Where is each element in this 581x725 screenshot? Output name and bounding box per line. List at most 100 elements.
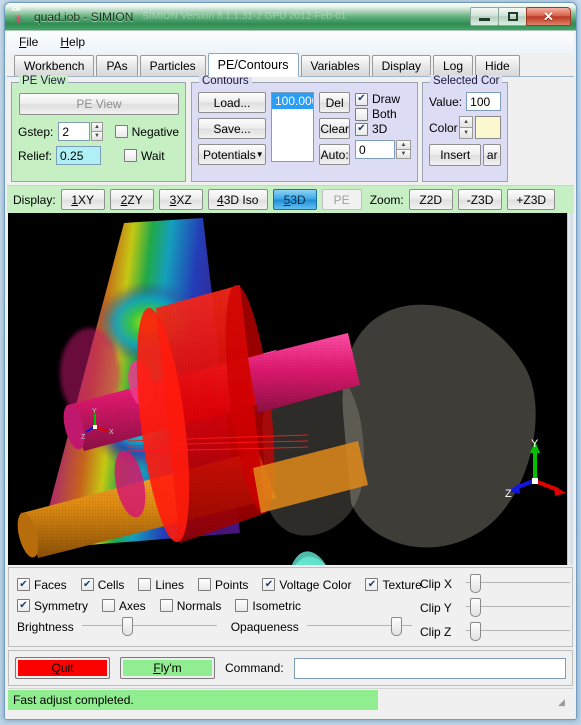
isometric-checkbox-box[interactable] (235, 599, 249, 612)
zoom-button-z2d[interactable]: Z2D (408, 189, 453, 210)
clip-y-thumb[interactable] (469, 598, 481, 617)
chevron-down-icon: ▼ (255, 150, 264, 159)
zoom-label: Zoom: (369, 192, 404, 207)
color-up-icon[interactable]: ▲ (458, 116, 474, 127)
zoom-button-minus-z3d[interactable]: -Z3D (457, 189, 503, 210)
view-button-3d[interactable]: 5 3D (272, 189, 317, 210)
contours-potentials-dropdown[interactable]: Potentials ▼ (198, 144, 266, 165)
zoom-button-plus-z3d[interactable]: +Z3D (507, 189, 556, 210)
auto-up-icon[interactable]: ▲ (396, 140, 411, 149)
faces-checkbox-box[interactable]: ✔ (17, 578, 30, 591)
texture-checkbox-box[interactable]: ✔ (365, 578, 379, 591)
pe-view-button[interactable]: PE View (19, 93, 179, 115)
cells-checkbox[interactable]: ✔ Cells (80, 578, 124, 592)
viewport-scrollbar[interactable] (567, 213, 573, 565)
clear-button-clipped[interactable]: ar (483, 144, 501, 166)
contours-load-button[interactable]: Load... (198, 92, 266, 113)
tab-display[interactable]: Display (371, 55, 431, 76)
both-checkbox-box[interactable] (355, 107, 368, 121)
draw-checkbox[interactable]: ✔ Draw (355, 92, 411, 106)
3d-viewport[interactable]: Y X Z Y X (8, 213, 573, 565)
negative-checkbox-box[interactable] (114, 125, 128, 138)
tab-particles[interactable]: Particles (139, 55, 206, 76)
contour-auto-button[interactable]: Auto: (319, 144, 350, 165)
title-bar: ION ✳ quad.iob - SIMION SIMION Version 8… (5, 3, 576, 31)
auto-value-input[interactable]: 0 (355, 140, 395, 159)
minimize-button[interactable] (470, 7, 499, 26)
tab-workbench[interactable]: Workbench (14, 55, 95, 76)
contour-clear-button[interactable]: Clear (319, 118, 350, 139)
opaqueness-thumb[interactable] (390, 616, 402, 636)
both-checkbox[interactable]: Both (355, 107, 411, 121)
lines-checkbox[interactable]: Lines (138, 578, 184, 592)
tab-pas[interactable]: PAs (96, 55, 138, 76)
contours-save-button[interactable]: Save... (198, 118, 266, 139)
flym-button[interactable]: Fly'm (120, 657, 215, 679)
clip-z-thumb[interactable] (469, 622, 481, 641)
color-swatch[interactable] (475, 116, 501, 139)
wait-checkbox[interactable]: Wait (124, 149, 165, 163)
tab-log[interactable]: Log (433, 55, 474, 76)
normals-checkbox[interactable]: Normals (159, 599, 221, 613)
relief-input[interactable]: 0.25 (56, 146, 102, 165)
clip-x-slider[interactable] (465, 574, 570, 594)
symmetry-checkbox-box[interactable]: ✔ (17, 599, 30, 612)
gstep-down-icon[interactable]: ▼ (91, 131, 103, 141)
faces-checkbox[interactable]: ✔ Faces (17, 578, 67, 592)
brightness-track[interactable] (81, 624, 217, 629)
tab-variables[interactable]: Variables (300, 55, 370, 76)
view-button-xy[interactable]: 1 XY (60, 189, 105, 210)
three-d-checkbox-box[interactable]: ✔ (355, 122, 368, 136)
gstep-up-icon[interactable]: ▲ (91, 122, 103, 131)
clip-x-track[interactable] (465, 582, 570, 586)
texture-checkbox[interactable]: ✔ Texture (365, 578, 422, 592)
brightness-slider[interactable] (81, 616, 217, 637)
contour-list-item[interactable]: 100.000000 (272, 93, 314, 109)
selected-value-input[interactable]: 100 (466, 92, 501, 111)
color-stepper[interactable]: ▲ ▼ (458, 116, 474, 139)
command-input[interactable] (293, 657, 566, 679)
view-button-xz[interactable]: 3 XZ (158, 189, 203, 210)
auto-stepper[interactable]: ▲ ▼ (396, 140, 411, 159)
contours-listbox[interactable]: 100.000000 (271, 92, 315, 162)
close-button[interactable]: ✕ (526, 7, 571, 26)
negative-checkbox[interactable]: Negative (114, 125, 179, 139)
auto-down-icon[interactable]: ▼ (396, 149, 411, 159)
clip-y-slider[interactable] (465, 598, 570, 618)
menu-item-file[interactable]: File (16, 33, 41, 51)
draw-checkbox-box[interactable]: ✔ (355, 92, 368, 106)
clip-z-slider[interactable] (465, 622, 570, 642)
isometric-checkbox[interactable]: Isometric (235, 599, 301, 613)
clip-x-thumb[interactable] (469, 574, 481, 593)
wait-checkbox-box[interactable] (124, 149, 138, 162)
clip-y-track[interactable] (465, 606, 570, 610)
points-checkbox-box[interactable] (198, 578, 212, 591)
axes-checkbox-box[interactable] (102, 599, 115, 612)
resize-grip-icon[interactable]: ◢ (558, 697, 570, 709)
axes-label: Axes (119, 598, 146, 613)
cells-checkbox-box[interactable]: ✔ (80, 578, 94, 591)
tab-hide[interactable]: Hide (475, 55, 520, 76)
contour-del-button[interactable]: Del (319, 92, 350, 113)
voltage-color-checkbox[interactable]: ✔ Voltage Color (262, 578, 351, 592)
normals-checkbox-box[interactable] (159, 599, 173, 612)
view-button-zy[interactable]: 2 ZY (109, 189, 154, 210)
insert-button[interactable]: Insert (429, 144, 482, 166)
maximize-button[interactable] (498, 7, 527, 26)
brightness-thumb[interactable] (122, 616, 134, 636)
points-checkbox[interactable]: Points (198, 578, 248, 592)
opaqueness-slider[interactable] (306, 616, 412, 637)
axes-checkbox[interactable]: Axes (102, 599, 146, 613)
tab-pe-contours[interactable]: PE/Contours (207, 53, 299, 77)
gstep-input[interactable]: 2 (58, 122, 91, 141)
lines-checkbox-box[interactable] (138, 578, 152, 591)
quit-button[interactable]: Quit (15, 657, 110, 679)
voltage-color-checkbox-box[interactable]: ✔ (262, 578, 276, 591)
gstep-stepper[interactable]: ▲ ▼ (91, 122, 103, 141)
view-button-3d-iso[interactable]: 4 3D Iso (207, 189, 268, 210)
clip-z-track[interactable] (465, 630, 570, 634)
symmetry-checkbox[interactable]: ✔ Symmetry (17, 599, 88, 613)
color-down-icon[interactable]: ▼ (458, 127, 474, 139)
menu-item-help[interactable]: Help (57, 33, 88, 51)
three-d-checkbox[interactable]: ✔ 3D (355, 122, 411, 136)
